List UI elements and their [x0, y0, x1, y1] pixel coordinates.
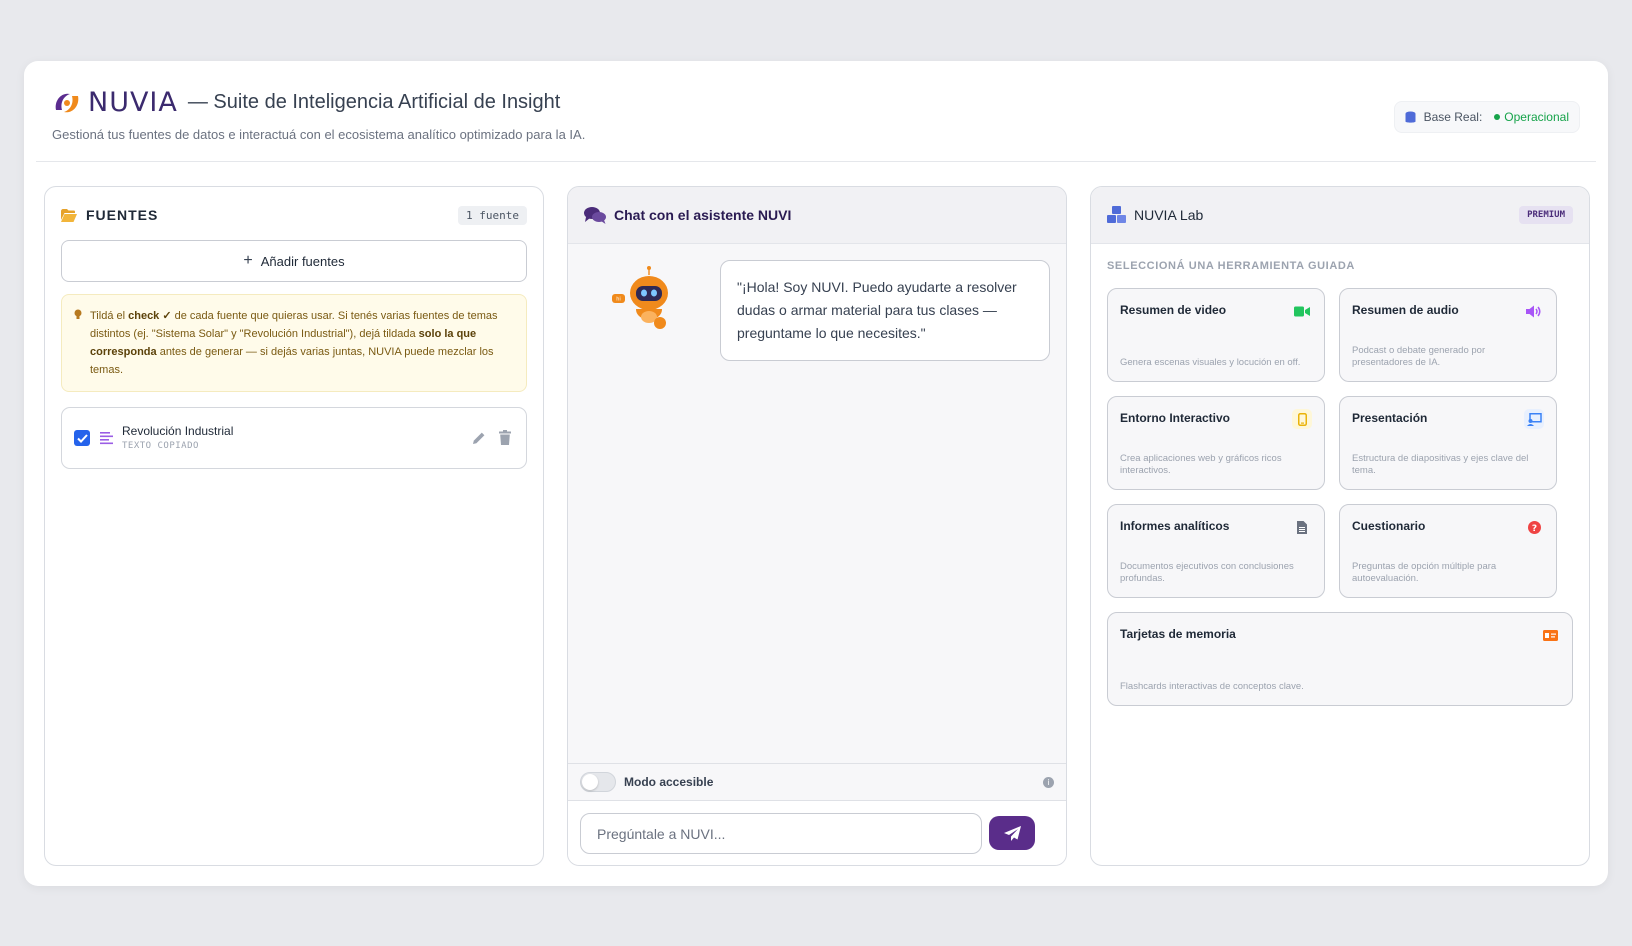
lab-header: NUVIA Lab PREMIUM	[1091, 187, 1589, 244]
tool-card-analytic-reports[interactable]: Informes analíticos Documentos ejecutivo…	[1107, 504, 1325, 598]
sources-panel: FUENTES 1 fuente + Añadir fuentes Tildá …	[44, 186, 544, 866]
status-dot-icon	[1494, 114, 1501, 120]
send-button[interactable]	[989, 816, 1035, 850]
tool-name: Resumen de video	[1120, 303, 1227, 317]
chat-header: Chat con el asistente NUVI	[568, 187, 1066, 244]
text-lines-icon	[100, 432, 113, 445]
source-item[interactable]: Revolución Industrial TEXTO COPIADO	[61, 407, 527, 469]
presentation-icon	[1524, 409, 1544, 429]
page-header: NUVIA — Suite de Inteligencia Artificial…	[36, 61, 1596, 162]
accessible-mode-label: Modo accesible	[624, 775, 714, 789]
status-badge: Base Real: Operacional	[1393, 101, 1580, 133]
tool-card-video-summary[interactable]: Resumen de video Genera escenas visuales…	[1107, 288, 1325, 382]
sources-title: FUENTES	[86, 207, 159, 223]
logo-text: NUVIA	[88, 87, 178, 118]
info-icon[interactable]: i	[1043, 776, 1054, 788]
folder-open-icon	[61, 208, 77, 222]
tip-text-1: Tildá el	[90, 310, 129, 322]
mobile-icon	[1292, 409, 1312, 429]
lab-panel: NUVIA Lab PREMIUM SELECCIONÁ UNA HERRAMI…	[1090, 186, 1590, 866]
tools-section-label: SELECCIONÁ UNA HERRAMIENTA GUIADA	[1107, 260, 1355, 272]
chat-input-row	[568, 800, 1066, 865]
source-type: TEXTO COPIADO	[122, 441, 199, 451]
status-label: Base Real:	[1423, 110, 1483, 124]
tool-description: Documentos ejecutivos con conclusiones p…	[1120, 561, 1294, 584]
accessible-mode-toggle[interactable]	[580, 772, 616, 792]
sources-count-badge: 1 fuente	[458, 205, 527, 225]
chat-title: Chat con el asistente NUVI	[614, 207, 792, 223]
lightbulb-icon	[74, 309, 82, 319]
lab-title: NUVIA Lab	[1134, 207, 1204, 223]
cubes-icon	[1107, 206, 1126, 223]
app-window: NUVIA — Suite de Inteligencia Artificial…	[24, 61, 1608, 886]
add-sources-button[interactable]: + Añadir fuentes	[61, 240, 527, 282]
tool-name: Tarjetas de memoria	[1120, 627, 1236, 641]
sources-tip: Tildá el check ✓ de cada fuente que quie…	[61, 294, 527, 392]
assistant-message: "¡Hola! Soy NUVI. Puedo ayudarte a resol…	[720, 260, 1050, 361]
svg-text:?: ?	[1531, 524, 1536, 534]
source-name: Revolución Industrial	[122, 424, 234, 438]
speaker-icon	[1524, 301, 1544, 321]
question-icon: ?	[1524, 517, 1544, 537]
check-icon	[76, 433, 88, 443]
tool-card-quiz[interactable]: Cuestionario ? Preguntas de opción múlti…	[1339, 504, 1557, 598]
tool-card-flashcards[interactable]: Tarjetas de memoria Flashcards interacti…	[1107, 612, 1573, 706]
tool-name: Informes analíticos	[1120, 519, 1230, 533]
tool-card-audio-summary[interactable]: Resumen de audio Podcast o debate genera…	[1339, 288, 1557, 382]
status-value: Operacional	[1504, 110, 1569, 124]
tool-card-presentation[interactable]: Presentación Estructura de diapositivas …	[1339, 396, 1557, 490]
tool-name: Presentación	[1352, 411, 1428, 425]
tip-bold-1: check ✓	[128, 310, 172, 322]
tool-name: Resumen de audio	[1352, 303, 1459, 317]
tool-description: Estructura de diapositivas y ejes clave …	[1352, 453, 1529, 476]
svg-text:hi: hi	[616, 297, 621, 303]
page-title: — Suite de Inteligencia Artificial de In…	[187, 91, 561, 113]
add-sources-label: Añadir fuentes	[260, 253, 345, 269]
tool-name: Cuestionario	[1352, 519, 1426, 533]
tool-card-interactive-environment[interactable]: Entorno Interactivo Crea aplicaciones we…	[1107, 396, 1325, 490]
toggle-knob	[582, 774, 598, 790]
tool-description: Preguntas de opción múltiple para autoev…	[1352, 561, 1497, 584]
chat-input[interactable]	[580, 813, 982, 854]
document-icon	[1292, 517, 1312, 537]
accessible-mode-row: Modo accesible i	[568, 763, 1066, 800]
chat-panel: Chat con el asistente NUVI hi "¡Hola! So…	[567, 186, 1067, 866]
video-camera-icon	[1292, 301, 1312, 321]
database-icon	[1405, 111, 1416, 123]
chat-bubbles-icon	[584, 207, 606, 224]
tool-description: Flashcards interactivas de conceptos cla…	[1120, 681, 1304, 692]
page-subtitle: Gestioná tus fuentes de datos e interact…	[52, 127, 586, 142]
nuvia-logo-icon	[55, 93, 79, 112]
pencil-icon[interactable]	[472, 431, 486, 445]
tool-description: Genera escenas visuales y locución en of…	[1120, 357, 1301, 368]
premium-badge: PREMIUM	[1519, 206, 1573, 224]
id-card-icon	[1540, 625, 1560, 645]
tool-description: Crea aplicaciones web y gráficos ricos i…	[1120, 453, 1282, 476]
trash-icon[interactable]	[499, 430, 511, 445]
tool-description: Podcast o debate generado por presentado…	[1352, 345, 1486, 368]
nuvi-robot-avatar: hi	[612, 266, 668, 329]
tool-name: Entorno Interactivo	[1120, 411, 1231, 425]
sources-header: FUENTES 1 fuente	[61, 203, 527, 227]
paper-plane-icon	[1003, 825, 1021, 841]
plus-icon: +	[243, 252, 253, 269]
brand: NUVIA — Suite de Inteligencia Artificial…	[52, 87, 560, 118]
source-checkbox[interactable]	[74, 430, 90, 446]
